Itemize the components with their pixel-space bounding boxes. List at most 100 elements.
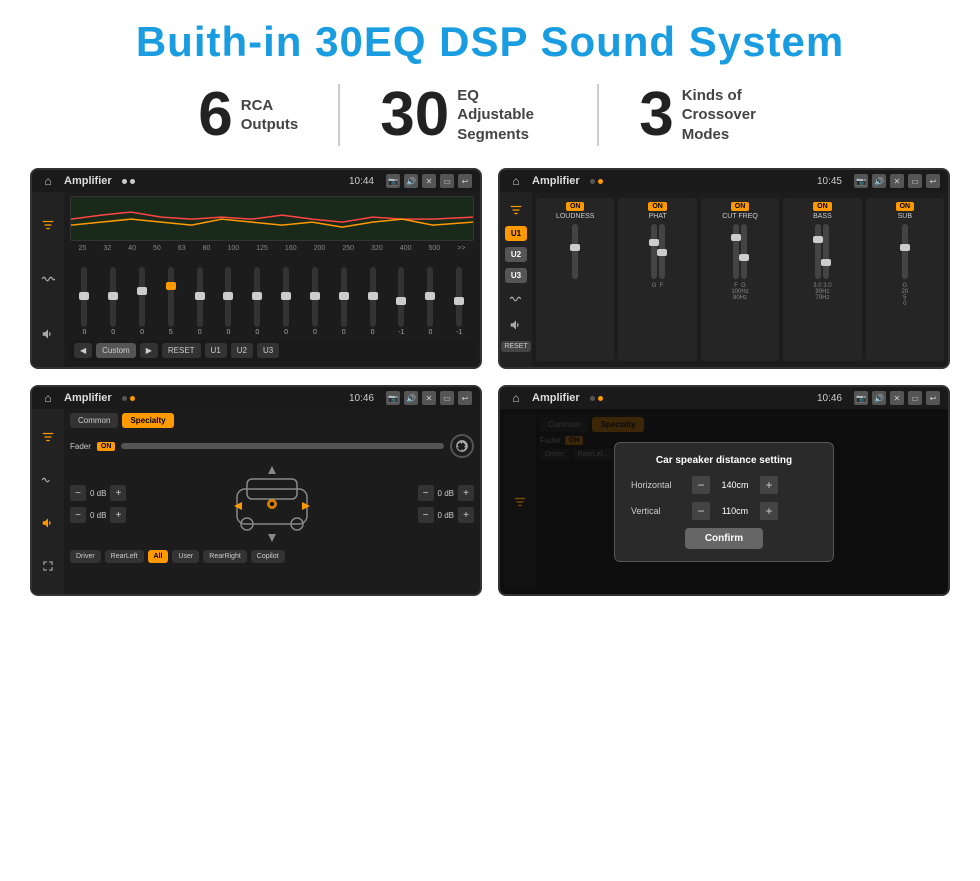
amp-u1-button[interactable]: U1: [505, 226, 527, 241]
eq-slider-5[interactable]: 0: [197, 267, 203, 336]
status-indicators-3: [122, 396, 135, 401]
eq-slider-1[interactable]: 0: [81, 267, 87, 336]
spk-bottom-row: Driver RearLeft All User RearRight Copil…: [70, 550, 474, 563]
window-icon-4: ▭: [908, 391, 922, 405]
spk-driver-btn[interactable]: Driver: [70, 550, 101, 563]
spk-fader-label: Fader: [70, 442, 91, 451]
spk-fader-on[interactable]: ON: [97, 442, 116, 451]
spk-minus-3[interactable]: −: [418, 485, 434, 501]
spk-copilot-btn[interactable]: Copilot: [251, 550, 285, 563]
eq-slider-9[interactable]: 0: [312, 267, 318, 336]
back-icon-4[interactable]: ↩: [926, 391, 940, 405]
spk-fader-row: Fader ON: [70, 434, 474, 458]
eq-slider-11[interactable]: 0: [370, 267, 376, 336]
amp-u2-button[interactable]: U2: [505, 247, 527, 262]
spk-all-btn[interactable]: All: [148, 550, 169, 563]
eq-speaker-icon[interactable]: [38, 324, 58, 344]
dist-overlay: Car speaker distance setting Horizontal …: [500, 409, 948, 594]
screen-eq: ⌂ Amplifier 10:44 📷 🔊 ✕ ▭ ↩: [30, 168, 482, 369]
spk-tab-specialty[interactable]: Specialty: [122, 413, 173, 428]
amp-cutfreq-on[interactable]: ON: [731, 202, 750, 211]
amp-wave-icon[interactable]: [506, 289, 526, 309]
spk-plus-1[interactable]: +: [110, 485, 126, 501]
home-icon-3[interactable]: ⌂: [40, 390, 56, 406]
eq-wave-icon[interactable]: [38, 269, 58, 289]
eq-custom-button[interactable]: Custom: [96, 343, 136, 358]
eq-slider-4[interactable]: 5: [168, 267, 174, 336]
back-icon[interactable]: ↩: [458, 174, 472, 188]
spk-expand-icon[interactable]: [38, 556, 58, 576]
close-icon: ✕: [422, 174, 436, 188]
spk-settings-icon[interactable]: [450, 434, 474, 458]
back-icon-3[interactable]: ↩: [458, 391, 472, 405]
amp-filter-icon[interactable]: [506, 200, 526, 220]
screen-distance: ⌂ Amplifier 10:46 📷 🔊 ✕ ▭ ↩: [498, 385, 950, 596]
eq-next-button[interactable]: ▶: [140, 343, 158, 358]
eq-slider-13[interactable]: 0: [427, 267, 433, 336]
amp-sub-on[interactable]: ON: [896, 202, 915, 211]
spk-minus-4[interactable]: −: [418, 507, 434, 523]
amp-bass-on[interactable]: ON: [813, 202, 832, 211]
amp-u3-button[interactable]: U3: [505, 268, 527, 283]
amp-speaker-icon[interactable]: [506, 315, 526, 335]
eq-u3-button[interactable]: U3: [257, 343, 279, 358]
dist-vertical-value: 110cm: [716, 506, 754, 516]
eq-slider-7[interactable]: 0: [254, 267, 260, 336]
stat-rca: 6 RCA Outputs: [158, 84, 340, 146]
stat-crossover-label: Kinds of Crossover Modes: [682, 86, 782, 145]
camera-icon-3: 📷: [386, 391, 400, 405]
eq-reset-button[interactable]: RESET: [162, 343, 201, 358]
spk-main-content: Common Specialty Fader ON: [64, 409, 480, 594]
spk-minus-2[interactable]: −: [70, 507, 86, 523]
stat-crossover: 3 Kinds of Crossover Modes: [599, 84, 821, 146]
screen-amp-statusbar: ⌂ Amplifier 10:45 📷 🔊 ✕ ▭ ↩: [500, 170, 948, 192]
spk-db-row-4: − 0 dB +: [418, 507, 474, 523]
main-title: Buith-in 30EQ DSP Sound System: [30, 18, 950, 66]
dist-horizontal-plus[interactable]: +: [760, 476, 778, 494]
eq-slider-12[interactable]: -1: [398, 267, 404, 336]
home-icon-2[interactable]: ⌂: [508, 173, 524, 189]
eq-slider-2[interactable]: 0: [110, 267, 116, 336]
screen-spk-title: Amplifier: [64, 392, 112, 404]
spk-plus-2[interactable]: +: [110, 507, 126, 523]
spk-plus-4[interactable]: +: [458, 507, 474, 523]
eq-slider-10[interactable]: 0: [341, 267, 347, 336]
home-icon-4[interactable]: ⌂: [508, 390, 524, 406]
eq-filter-icon[interactable]: [38, 215, 58, 235]
home-icon[interactable]: ⌂: [40, 173, 56, 189]
eq-slider-3[interactable]: 0: [139, 267, 145, 336]
spk-wave-icon[interactable]: [38, 470, 58, 490]
spk-rearleft-btn[interactable]: RearLeft: [105, 550, 144, 563]
spk-right-controls: − 0 dB + − 0 dB +: [418, 485, 474, 523]
dot5: [122, 396, 127, 401]
amp-phat-on[interactable]: ON: [648, 202, 667, 211]
spk-plus-3[interactable]: +: [458, 485, 474, 501]
spk-car-diagram: [132, 464, 411, 544]
eq-slider-6[interactable]: 0: [225, 267, 231, 336]
dist-confirm-button[interactable]: Confirm: [685, 528, 763, 549]
spk-tab-common[interactable]: Common: [70, 413, 118, 428]
spk-rearright-btn[interactable]: RearRight: [203, 550, 247, 563]
dot6: [130, 396, 135, 401]
amp-reset-button[interactable]: RESET: [501, 341, 530, 352]
back-icon-2[interactable]: ↩: [926, 174, 940, 188]
screen-dist-body: Common Specialty Fader ON Driver RearLef…: [500, 409, 948, 594]
dist-vertical-plus[interactable]: +: [760, 502, 778, 520]
spk-user-btn[interactable]: User: [172, 550, 199, 563]
screen-spk-time: 10:46: [349, 393, 374, 404]
spk-diagram-area: − 0 dB + − 0 dB +: [70, 464, 474, 544]
eq-u2-button[interactable]: U2: [231, 343, 253, 358]
spk-filter-icon[interactable]: [38, 427, 58, 447]
eq-slider-14[interactable]: -1: [456, 267, 462, 336]
spk-fader-bar[interactable]: [121, 443, 444, 449]
status-icons-3: 📷 🔊 ✕ ▭ ↩: [386, 391, 472, 405]
dist-vertical-minus[interactable]: −: [692, 502, 710, 520]
spk-minus-1[interactable]: −: [70, 485, 86, 501]
dist-horizontal-minus[interactable]: −: [692, 476, 710, 494]
eq-graph: [70, 196, 474, 241]
eq-prev-button[interactable]: ◀: [74, 343, 92, 358]
spk-speaker-icon[interactable]: [38, 513, 58, 533]
amp-loudness-on[interactable]: ON: [566, 202, 585, 211]
eq-slider-8[interactable]: 0: [283, 267, 289, 336]
eq-u1-button[interactable]: U1: [205, 343, 227, 358]
